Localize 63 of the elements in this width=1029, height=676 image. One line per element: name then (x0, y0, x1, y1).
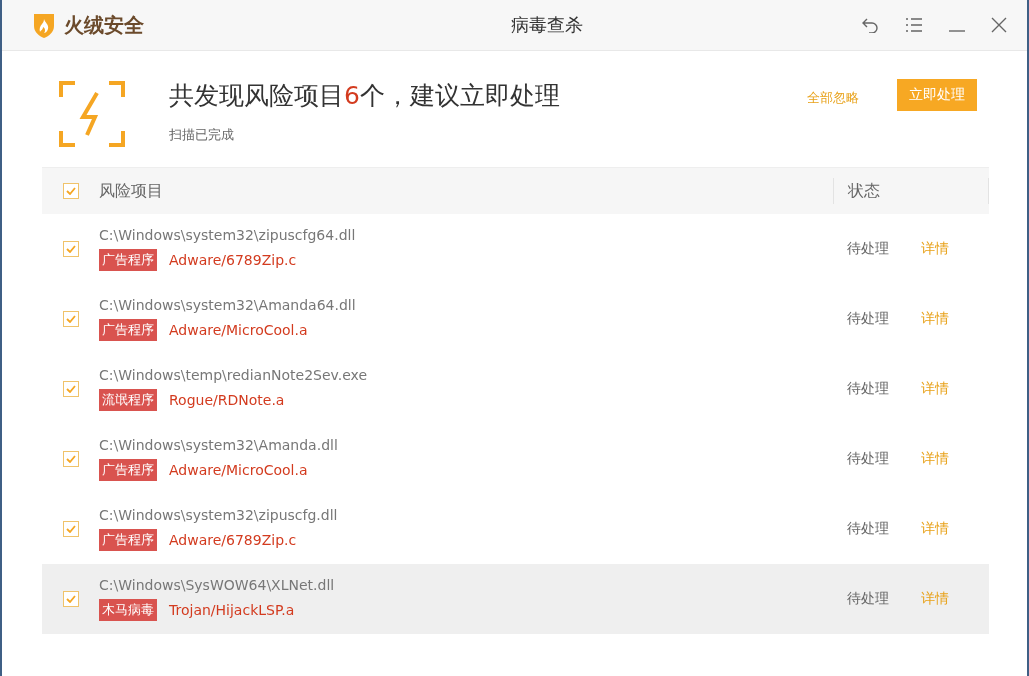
row-checkbox[interactable] (62, 241, 79, 257)
check-icon (65, 525, 76, 533)
check-icon (65, 455, 76, 463)
details-link[interactable]: 详情 (921, 380, 989, 398)
check-icon (65, 595, 76, 603)
threat-name: Adware/6789Zip.c (169, 252, 297, 268)
status-text: 待处理 (847, 240, 890, 258)
handle-now-button[interactable]: 立即处理 (897, 79, 977, 111)
category-tag: 流氓程序 (99, 389, 157, 411)
category-tag: 广告程序 (99, 459, 157, 481)
row-checkbox[interactable] (62, 381, 79, 397)
file-path: C:\Windows\system32\zipuscfg64.dll (99, 227, 357, 243)
select-all-checkbox[interactable] (62, 183, 79, 199)
file-path: C:\Windows\system32\zipuscfg.dll (99, 507, 339, 523)
status-text: 待处理 (847, 450, 890, 468)
row-checkbox[interactable] (62, 521, 79, 537)
menu-icon[interactable] (905, 17, 923, 33)
details-link[interactable]: 详情 (921, 450, 989, 468)
status-text: 待处理 (847, 310, 890, 328)
threat-name: Adware/MicroCool.a (169, 462, 308, 478)
details-link[interactable]: 详情 (921, 310, 989, 328)
threat-name: Trojan/HijackLSP.a (169, 602, 295, 618)
window-title: 病毒查杀 (509, 13, 584, 37)
file-path: C:\Windows\SysWOW64\XLNet.dll (99, 577, 336, 593)
file-path: C:\Windows\system32\Amanda64.dll (99, 297, 357, 313)
category-tag: 广告程序 (99, 319, 157, 341)
threat-name: Rogue/RDNote.a (169, 392, 285, 408)
risk-row[interactable]: C:\Windows\SysWOW64\XLNet.dll 木马病毒 Trojan/HijackLSP.a 待处理 详情 (42, 564, 989, 634)
row-checkbox[interactable] (62, 591, 79, 607)
scan-status: 扫描已完成 (169, 126, 235, 144)
row-checkbox[interactable] (62, 451, 79, 467)
file-path: C:\Windows\temp\redianNote2Sev.exe (99, 367, 369, 383)
file-path: C:\Windows\system32\Amanda.dll (99, 437, 339, 453)
category-tag: 广告程序 (99, 529, 157, 551)
check-icon (65, 385, 76, 393)
check-icon (65, 245, 76, 253)
back-icon[interactable] (861, 17, 879, 33)
category-tag: 广告程序 (99, 249, 157, 271)
summary-title: 共发现风险项目 6个，建议立即处理 (169, 80, 561, 112)
status-text: 待处理 (847, 590, 890, 608)
column-header: 风险项目 (99, 180, 164, 202)
risk-row[interactable]: C:\Windows\system32\Amanda64.dll 广告程序 Adware/MicroCool.a 待处理 详情 (42, 284, 989, 354)
column-header: 状态 (833, 178, 989, 204)
check-icon (65, 315, 76, 323)
category-tag: 木马病毒 (99, 599, 157, 621)
details-link[interactable]: 详情 (921, 590, 989, 608)
risk-row[interactable]: C:\Windows\system32\Amanda.dll 广告程序 Adware/MicroCool.a 待处理 详情 (42, 424, 989, 494)
details-link[interactable]: 详情 (921, 520, 989, 538)
risk-row[interactable]: C:\Windows\system32\zipuscfg.dll 广告程序 Adware/6789Zip.c 待处理 详情 (42, 494, 989, 564)
threat-name: Adware/6789Zip.c (169, 532, 297, 548)
check-icon (65, 187, 76, 195)
status-text: 待处理 (847, 520, 890, 538)
details-link[interactable]: 详情 (921, 240, 989, 258)
risk-row[interactable]: C:\Windows\temp\redianNote2Sev.exe 流氓程序 Rogue/RDNote.a 待处理 详情 (42, 354, 989, 424)
status-text: 待处理 (847, 380, 890, 398)
brand-name: 火绒安全 (64, 11, 144, 39)
lightning-frame-icon (59, 81, 125, 147)
threat-name: Adware/MicroCool.a (169, 322, 308, 338)
risk-row[interactable]: C:\Windows\system32\zipuscfg64.dll 广告程序 Adware/6789Zip.c 待处理 详情 (42, 214, 989, 284)
flame-shield-icon (32, 12, 56, 38)
close-icon[interactable] (991, 17, 1007, 33)
row-checkbox[interactable] (62, 311, 79, 327)
ignore-all-link[interactable]: 全部忽略 (807, 89, 859, 107)
